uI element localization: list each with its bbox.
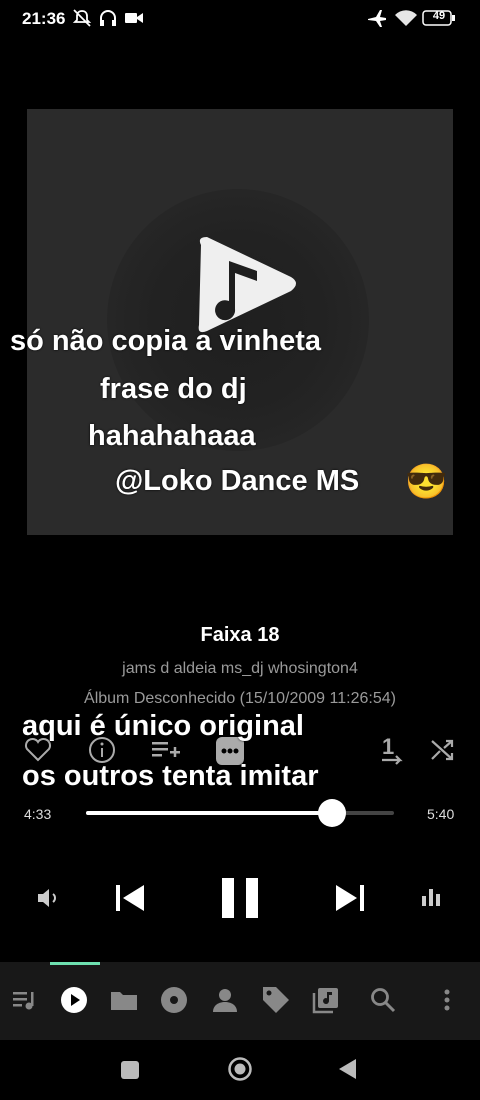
home-button[interactable] [227, 1056, 253, 1082]
pause-icon [222, 878, 258, 918]
skip-next-icon [336, 885, 364, 911]
nav-folders[interactable] [110, 988, 138, 1012]
total-time: 5:40 [427, 806, 455, 822]
status-bar: 21:36 49 [0, 0, 480, 36]
nav-albums[interactable] [160, 986, 188, 1014]
skip-previous-icon [116, 885, 144, 911]
queue-music-icon [13, 992, 34, 1010]
track-artist[interactable]: jams d aldeia ms_dj whosington4 [0, 660, 480, 678]
nav-menu[interactable] [440, 988, 454, 1014]
search-icon [371, 988, 396, 1013]
equalizer-button[interactable] [420, 886, 442, 908]
seek-bar-progress [86, 811, 332, 815]
circle-icon [228, 1057, 252, 1081]
volume-button[interactable] [36, 886, 62, 910]
shuffle-button[interactable] [430, 738, 456, 762]
mute-icon [72, 9, 92, 27]
headphones-icon [98, 9, 118, 27]
recent-apps-button[interactable] [120, 1060, 140, 1080]
elapsed-time: 4:33 [24, 806, 52, 822]
overlay-text-line-4: @Loko Dance MS [115, 465, 360, 497]
track-title: Faixa 18 [200, 624, 280, 646]
volume-icon [38, 889, 56, 907]
wifi-icon [394, 9, 418, 27]
repeat-one-badge: 1 [382, 734, 395, 759]
airplane-mode-icon [366, 9, 388, 27]
equalizer-icon [422, 889, 440, 906]
tag-icon [263, 987, 289, 1013]
repeat-one-button[interactable]: 1 [380, 734, 408, 766]
nav-artists[interactable] [212, 987, 238, 1013]
sunglasses-emoji: 😎 [405, 463, 448, 501]
seek-thumb[interactable] [318, 799, 346, 827]
battery-level: 49 [432, 10, 446, 22]
previous-button[interactable] [114, 882, 146, 914]
square-icon [121, 1061, 139, 1079]
caption-line-1: aqui é único original [22, 710, 304, 742]
person-icon [213, 989, 237, 1012]
video-camera-icon [124, 9, 144, 27]
nav-playlists[interactable] [312, 986, 340, 1014]
next-button[interactable] [334, 882, 366, 914]
more-vertical-icon [444, 989, 450, 1011]
pause-button[interactable] [220, 876, 260, 920]
active-tab-indicator [50, 962, 100, 965]
folder-icon [111, 992, 137, 1010]
album-icon [161, 987, 187, 1013]
clock: 21:36 [22, 9, 66, 28]
nav-search[interactable] [370, 987, 396, 1013]
track-album[interactable]: Álbum Desconhecido (15/10/2009 11:26:54) [0, 690, 480, 708]
play-circle-icon [61, 987, 87, 1013]
nav-now-playing[interactable] [60, 986, 88, 1014]
back-button[interactable] [338, 1058, 358, 1080]
overlay-text-line-1: só não copia a vinheta [10, 325, 322, 357]
nav-queue[interactable] [11, 988, 39, 1012]
triangle-back-icon [339, 1059, 356, 1079]
library-music-icon [312, 988, 338, 1014]
shuffle-icon [431, 739, 454, 761]
overlay-text-line-3: hahahahaaa [88, 420, 256, 452]
nav-tags[interactable] [261, 985, 291, 1015]
caption-line-2: os outros tenta imitar [22, 760, 319, 792]
overlay-text-line-2: frase do dj [100, 373, 247, 405]
